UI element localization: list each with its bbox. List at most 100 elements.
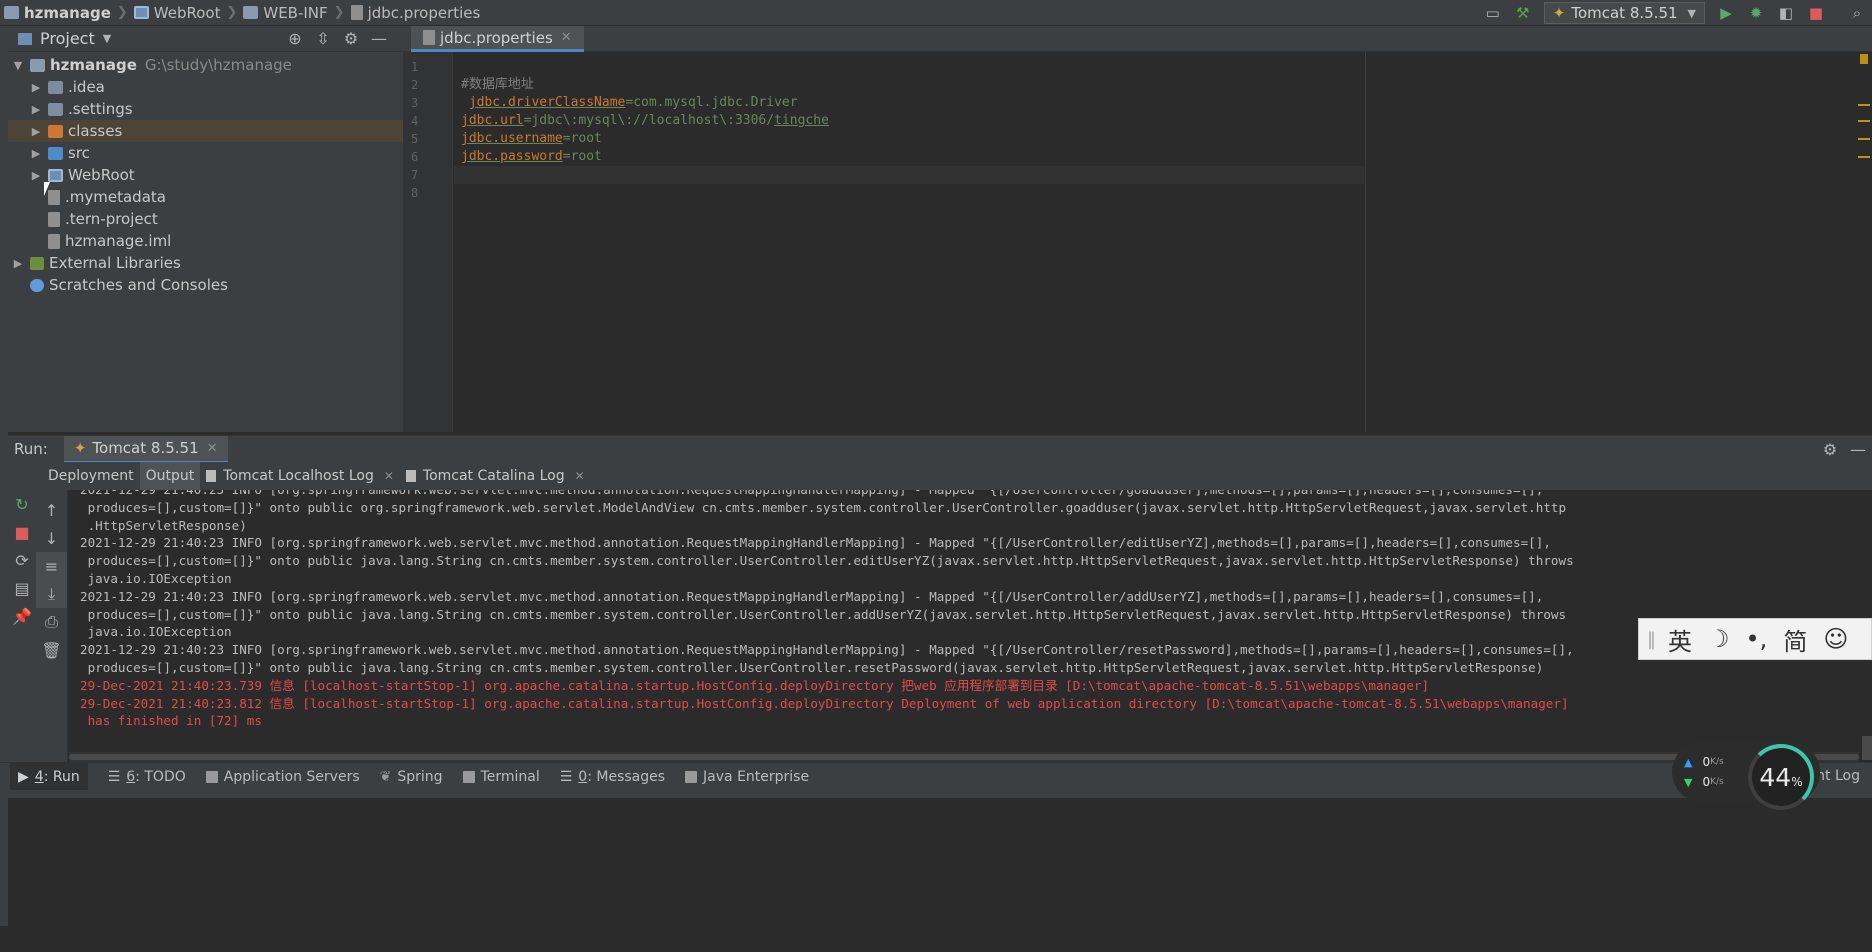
console-line: 2021-12-29 21:40:23 INFO [org.springfram…: [80, 642, 1574, 658]
code-line[interactable]: jdbc.driverClassName=com.mysql.jdbc.Driv…: [454, 94, 1364, 112]
code-line[interactable]: [454, 184, 1364, 202]
ime-toolbar: ‖ 英 ☽ •, 简 ☺: [1638, 618, 1872, 660]
locate-file-icon[interactable]: ⊕: [281, 29, 309, 48]
console-vertical-scrollbar[interactable]: [1862, 736, 1872, 760]
warning-marker[interactable]: [1858, 156, 1870, 158]
rerun-icon[interactable]: ↻: [8, 490, 36, 518]
tool-run[interactable]: ▶ 4: Run: [10, 762, 88, 791]
debug-bug-icon[interactable]: ✹: [1744, 1, 1768, 25]
hide-icon[interactable]: —: [1844, 440, 1872, 459]
download-arrow-icon: ▼: [1684, 775, 1693, 789]
code-line[interactable]: jdbc.url=jdbc\:mysql\://localhost\:3306/…: [454, 112, 1364, 130]
moon-icon[interactable]: ☽: [1708, 625, 1730, 653]
tree-item-mymetadata[interactable]: .mymetadata: [8, 186, 403, 208]
ime-language-toggle[interactable]: 英: [1668, 622, 1692, 657]
tool-todo[interactable]: ☰ 6: TODO: [108, 769, 186, 785]
current-code-line[interactable]: [454, 166, 1364, 184]
arrow-down-icon[interactable]: ↓: [36, 524, 67, 552]
project-view-selector[interactable]: Project: [40, 29, 95, 48]
scrollbar-thumb[interactable]: [69, 754, 1859, 760]
line-number: 6: [411, 150, 419, 164]
soft-wrap-icon[interactable]: ≡: [36, 552, 67, 580]
code-line[interactable]: jdbc.username=root: [454, 130, 1364, 148]
code-line[interactable]: #数据库地址: [454, 76, 1364, 94]
close-icon[interactable]: ✕: [384, 469, 394, 483]
warning-marker[interactable]: [1858, 138, 1870, 140]
tool-java-enterprise[interactable]: Java Enterprise: [685, 769, 809, 785]
tree-item-idea[interactable]: ▶ .idea: [8, 76, 403, 98]
collapsed-arrow-icon[interactable]: ▶: [30, 125, 42, 138]
run-icon[interactable]: ▶: [1714, 1, 1738, 25]
tab-tomcat-catalina-log[interactable]: Tomcat Catalina Log ✕: [400, 462, 591, 490]
collapsed-arrow-icon[interactable]: ▶: [30, 81, 42, 94]
console-output[interactable]: 2021-12-29 21:40:23 INFO [org.springfram…: [69, 490, 1872, 752]
emoji-icon[interactable]: ☺: [1823, 625, 1848, 653]
close-icon[interactable]: ✕: [561, 30, 572, 45]
tab-output[interactable]: Output: [139, 462, 201, 490]
run-configuration-select[interactable]: ✦ Tomcat 8.5.51 ▼: [1543, 2, 1705, 24]
simplified-toggle[interactable]: 简: [1783, 622, 1807, 657]
collapsed-arrow-icon[interactable]: ▶: [30, 169, 42, 182]
tree-item-settings[interactable]: ▶ .settings: [8, 98, 403, 120]
tree-item-hzmanage-iml[interactable]: hzmanage.iml: [8, 230, 403, 252]
tree-item-external-libraries[interactable]: ▶ External Libraries: [8, 252, 403, 274]
close-icon[interactable]: ✕: [207, 441, 218, 456]
hide-icon[interactable]: —: [365, 29, 393, 48]
stop-icon[interactable]: ■: [1804, 1, 1828, 25]
tree-item-webroot[interactable]: ▶ WebRoot: [8, 164, 403, 186]
breadcrumb-web-inf[interactable]: WEB-INF: [239, 4, 331, 22]
breadcrumb-webroot[interactable]: WebRoot: [130, 4, 225, 22]
search-icon[interactable]: ⌕: [1845, 1, 1869, 25]
pin-icon[interactable]: 📌: [8, 602, 36, 630]
chevron-down-icon[interactable]: ▼: [103, 32, 111, 45]
tool-spring[interactable]: ❦ Spring: [380, 769, 443, 785]
project-structure-icon[interactable]: ▭: [1481, 1, 1505, 25]
build-hammer-icon[interactable]: ⚒: [1511, 1, 1535, 25]
collapsed-arrow-icon[interactable]: ▶: [12, 257, 24, 270]
code-line[interactable]: jdbc.password=root: [454, 148, 1364, 166]
tomcat-icon: ✦: [1552, 4, 1566, 22]
console-line: 2021-12-29 21:40:23 INFO [org.springfram…: [80, 535, 1551, 551]
tool-messages[interactable]: ☰ 0: Messages: [560, 769, 665, 785]
tool-event-log[interactable]: nt Log: [1816, 768, 1860, 784]
breadcrumb-project[interactable]: hzmanage: [0, 4, 115, 22]
trash-icon[interactable]: 🗑: [36, 636, 67, 664]
layout-icon[interactable]: ▤: [8, 574, 36, 602]
console-horizontal-scrollbar[interactable]: [69, 752, 1859, 762]
tab-deployment[interactable]: Deployment: [42, 462, 140, 490]
gear-icon[interactable]: ⚙: [1816, 440, 1844, 459]
punctuation-toggle[interactable]: •,: [1746, 625, 1768, 653]
collapsed-arrow-icon[interactable]: ▶: [30, 103, 42, 116]
arrow-up-icon[interactable]: ↑: [36, 496, 67, 524]
collapsed-arrow-icon[interactable]: ▶: [30, 147, 42, 160]
tab-jdbc-properties[interactable]: jdbc.properties ✕: [411, 26, 584, 52]
warning-marker[interactable]: [1858, 104, 1870, 106]
close-icon[interactable]: ✕: [575, 469, 585, 483]
collapse-all-icon[interactable]: ⇳: [309, 29, 337, 48]
tool-terminal[interactable]: Terminal: [462, 769, 540, 785]
chevron-right-icon: ❯: [226, 5, 238, 20]
breadcrumb-file[interactable]: jdbc.properties: [347, 4, 485, 22]
tree-item-tern-project[interactable]: .tern-project: [8, 208, 403, 230]
update-application-icon[interactable]: ⟳: [8, 546, 36, 574]
code-line[interactable]: [454, 58, 1364, 76]
editor-error-stripe[interactable]: [1856, 52, 1872, 432]
tool-application-servers[interactable]: Application Servers: [205, 769, 360, 785]
run-with-coverage-icon[interactable]: ◧: [1774, 1, 1798, 25]
console-line: java.io.IOException: [80, 570, 232, 586]
tree-item-classes[interactable]: ▶ classes: [8, 120, 403, 142]
scroll-to-end-icon[interactable]: ⤓: [36, 580, 67, 608]
run-tab-tomcat[interactable]: ✦ Tomcat 8.5.51 ✕: [63, 435, 228, 463]
warning-marker[interactable]: [1858, 120, 1870, 122]
expanded-arrow-icon[interactable]: ▼: [12, 59, 24, 72]
tab-tomcat-localhost-log[interactable]: Tomcat Localhost Log ✕: [200, 462, 400, 490]
stop-icon[interactable]: ■: [8, 518, 36, 546]
print-icon[interactable]: ⎙: [36, 608, 67, 636]
inspection-status-icon[interactable]: [1860, 54, 1868, 64]
tree-item-root[interactable]: ▼ hzmanage G:\study\hzmanage: [8, 54, 403, 76]
tree-item-scratches[interactable]: Scratches and Consoles: [8, 274, 403, 296]
code-editor[interactable]: #数据库地址 jdbc.driverClassName=com.mysql.jd…: [454, 52, 1364, 432]
drag-handle-icon[interactable]: ‖: [1647, 629, 1656, 650]
tree-item-src[interactable]: ▶ src: [8, 142, 403, 164]
gear-icon[interactable]: ⚙: [337, 29, 365, 48]
